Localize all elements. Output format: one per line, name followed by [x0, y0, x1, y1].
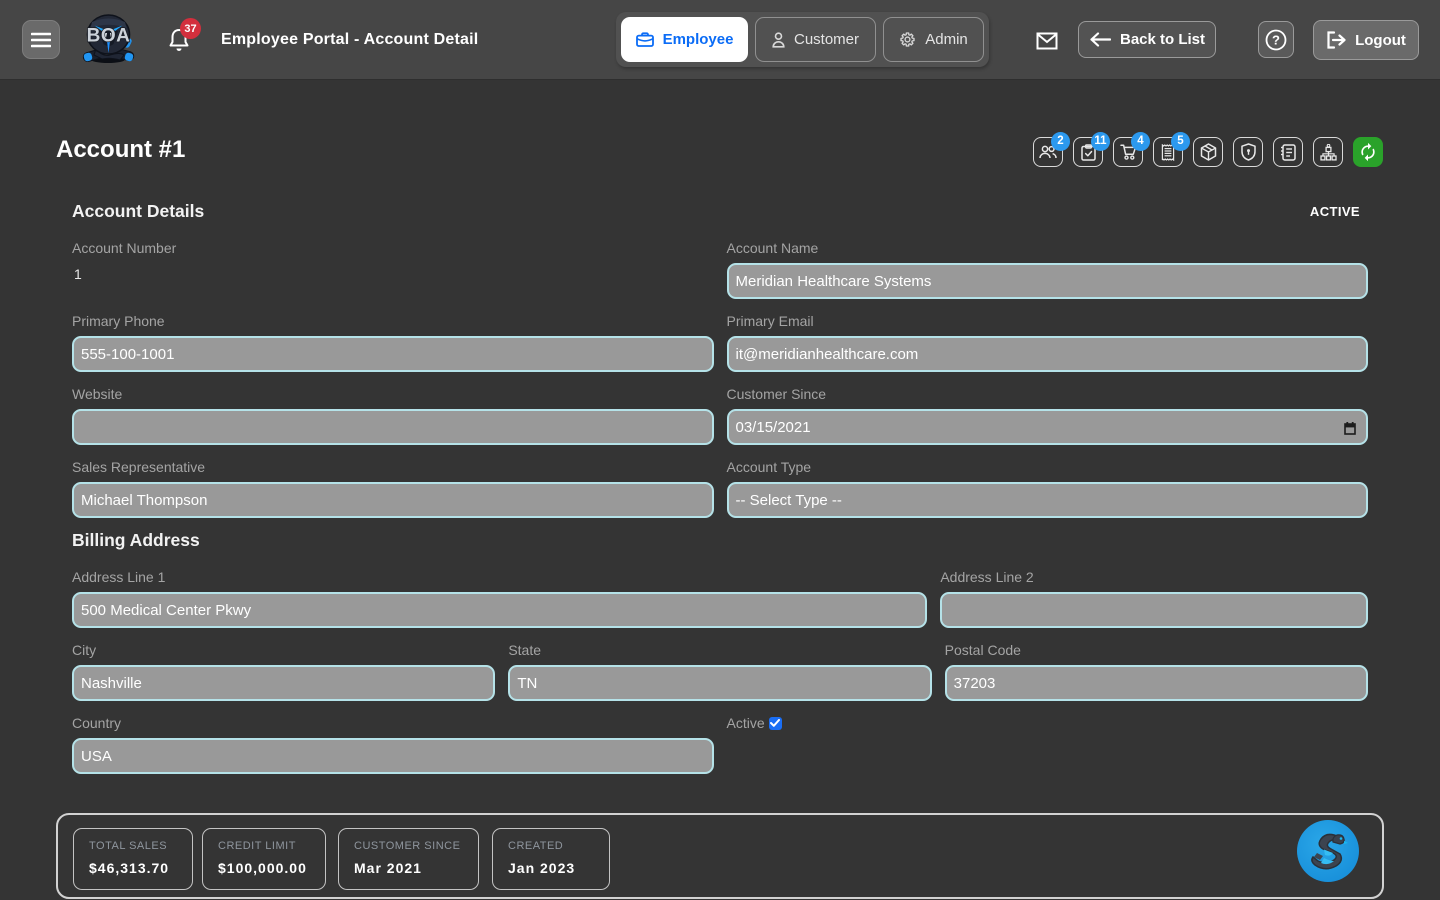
svg-text:?: ? — [1272, 32, 1280, 47]
svg-text:BOA: BOA — [87, 26, 131, 47]
